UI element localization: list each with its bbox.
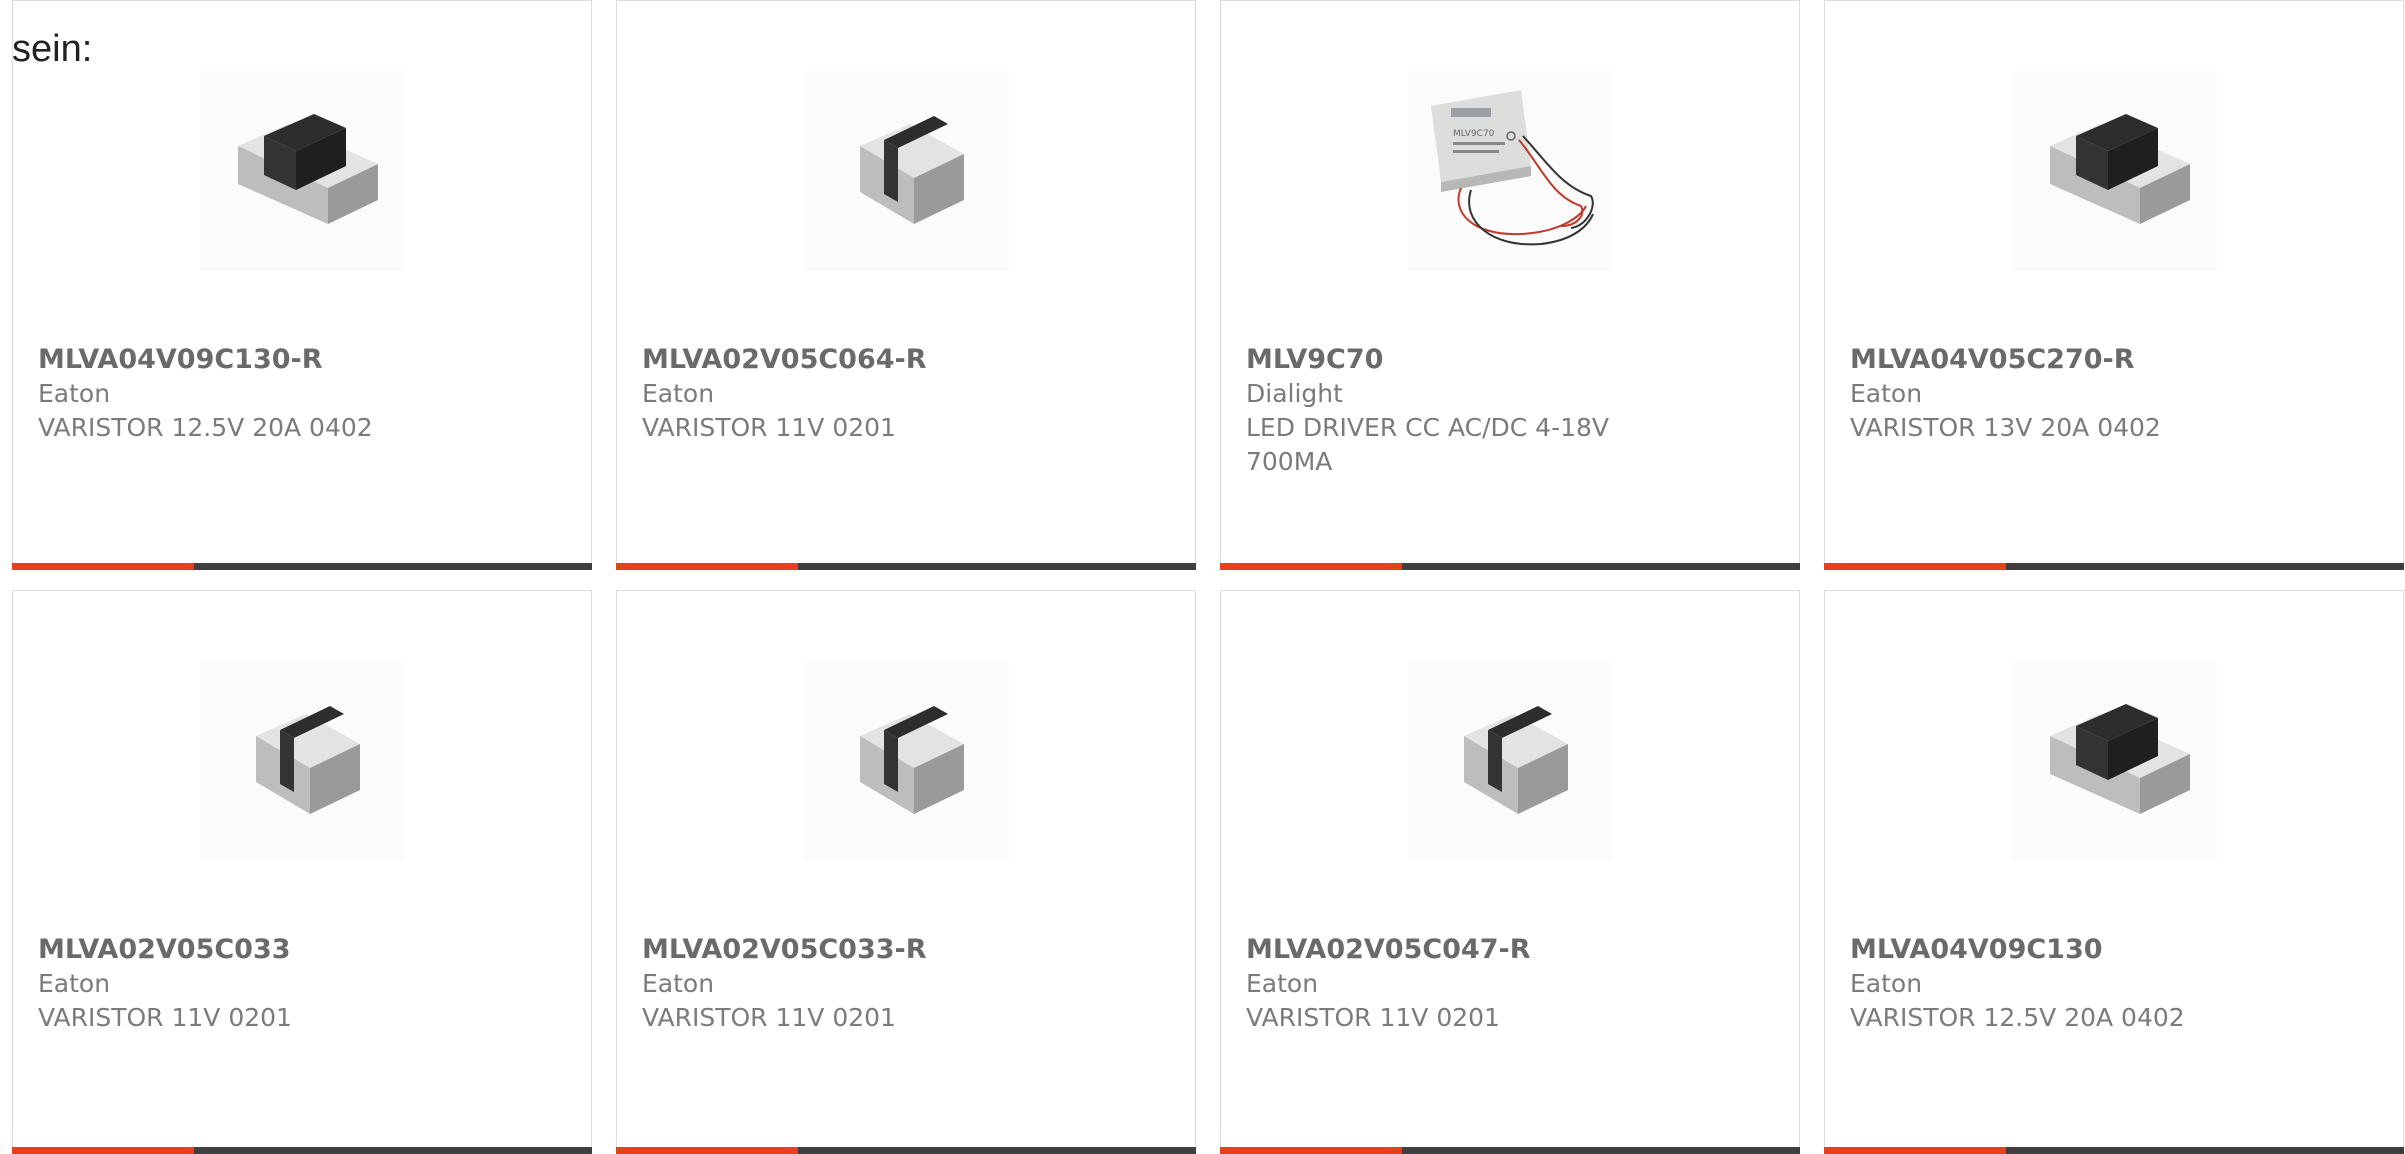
card-bar xyxy=(616,1147,1196,1154)
card-bar-accent xyxy=(616,1147,798,1154)
product-description: VARISTOR 12.5V 20A 0402 xyxy=(1850,1003,2185,1032)
chip-varistor-icon xyxy=(255,706,360,814)
product-manufacturer: Eaton xyxy=(1850,379,1923,408)
product-description: VARISTOR 13V 20A 0402 xyxy=(1850,413,2161,442)
product-image[interactable] xyxy=(1408,661,1613,861)
product-part-number[interactable]: MLVA04V09C130 xyxy=(1850,933,2390,967)
product-card[interactable]: MLVA04V09C130 Eaton VARISTOR 12.5V 20A 0… xyxy=(1824,590,2404,1154)
product-manufacturer: Eaton xyxy=(38,379,111,408)
product-description: VARISTOR 12.5V 20A 0402 xyxy=(38,413,373,442)
intro-text: sein: xyxy=(12,28,93,70)
card-bar-accent xyxy=(1824,563,2006,570)
card-bar xyxy=(1824,1147,2404,1154)
product-image[interactable] xyxy=(804,661,1009,861)
card-bar-accent xyxy=(12,1147,194,1154)
product-part-number[interactable]: MLVA02V05C033 xyxy=(38,933,578,967)
product-card[interactable]: MLVA02V05C064-R Eaton VARISTOR 11V 0201 xyxy=(616,0,1196,570)
card-bar-accent xyxy=(12,563,194,570)
product-part-number[interactable]: MLVA02V05C033-R xyxy=(642,933,1182,967)
product-manufacturer: Eaton xyxy=(38,969,111,998)
product-description: VARISTOR 11V 0201 xyxy=(38,1003,292,1032)
product-manufacturer: Eaton xyxy=(642,969,715,998)
card-bar xyxy=(1220,563,1800,570)
product-card[interactable]: MLVA02V05C047-R Eaton VARISTOR 11V 0201 xyxy=(1220,590,1800,1154)
card-bar xyxy=(12,563,592,570)
card-bar-accent xyxy=(1220,563,1402,570)
product-description: VARISTOR 11V 0201 xyxy=(642,413,896,442)
product-grid: MLVA04V09C130-R Eaton VARISTOR 12.5V 20A… xyxy=(12,0,2405,1154)
card-bar-accent xyxy=(1824,1147,2006,1154)
product-image[interactable] xyxy=(200,661,405,861)
chip-varistor-icon xyxy=(859,116,964,224)
card-bar-accent xyxy=(1220,1147,1402,1154)
chip-varistor-icon xyxy=(1463,706,1568,814)
card-bar xyxy=(1824,563,2404,570)
product-card[interactable]: MLVA02V05C033-R Eaton VARISTOR 11V 0201 xyxy=(616,590,1196,1154)
product-image[interactable] xyxy=(2012,71,2217,271)
product-description: VARISTOR 11V 0201 xyxy=(642,1003,896,1032)
product-card[interactable]: MLV9C70 MLV9C70 Dialight LED DRIVER CC A… xyxy=(1220,0,1800,570)
product-card[interactable]: MLVA02V05C033 Eaton VARISTOR 11V 0201 xyxy=(12,590,592,1154)
chip-varistor-icon xyxy=(2049,114,2190,224)
product-card[interactable]: MLVA04V05C270-R Eaton VARISTOR 13V 20A 0… xyxy=(1824,0,2404,570)
product-part-number[interactable]: MLV9C70 xyxy=(1246,343,1786,377)
product-part-number[interactable]: MLVA02V05C047-R xyxy=(1246,933,1786,967)
product-description: LED DRIVER CC AC/DC 4-18V 700MA xyxy=(1246,413,1610,476)
product-manufacturer: Eaton xyxy=(1850,969,1923,998)
card-bar xyxy=(616,563,1196,570)
product-image[interactable]: MLV9C70 xyxy=(1408,71,1613,271)
card-bar xyxy=(1220,1147,1800,1154)
svg-text:MLV9C70: MLV9C70 xyxy=(1453,129,1495,139)
product-image[interactable] xyxy=(804,71,1009,271)
product-image[interactable] xyxy=(200,71,405,271)
product-manufacturer: Eaton xyxy=(1246,969,1319,998)
chip-varistor-icon xyxy=(2049,704,2190,814)
card-bar-accent xyxy=(616,563,798,570)
product-manufacturer: Dialight xyxy=(1246,379,1343,408)
led-driver-icon: MLV9C70 xyxy=(1430,90,1594,246)
product-card[interactable]: MLVA04V09C130-R Eaton VARISTOR 12.5V 20A… xyxy=(12,0,592,570)
product-part-number[interactable]: MLVA04V09C130-R xyxy=(38,343,578,377)
product-description: VARISTOR 11V 0201 xyxy=(1246,1003,1500,1032)
product-image[interactable] xyxy=(2012,661,2217,861)
chip-varistor-icon xyxy=(237,114,378,224)
card-bar xyxy=(12,1147,592,1154)
product-manufacturer: Eaton xyxy=(642,379,715,408)
chip-varistor-icon xyxy=(859,706,964,814)
product-part-number[interactable]: MLVA02V05C064-R xyxy=(642,343,1182,377)
product-part-number[interactable]: MLVA04V05C270-R xyxy=(1850,343,2390,377)
